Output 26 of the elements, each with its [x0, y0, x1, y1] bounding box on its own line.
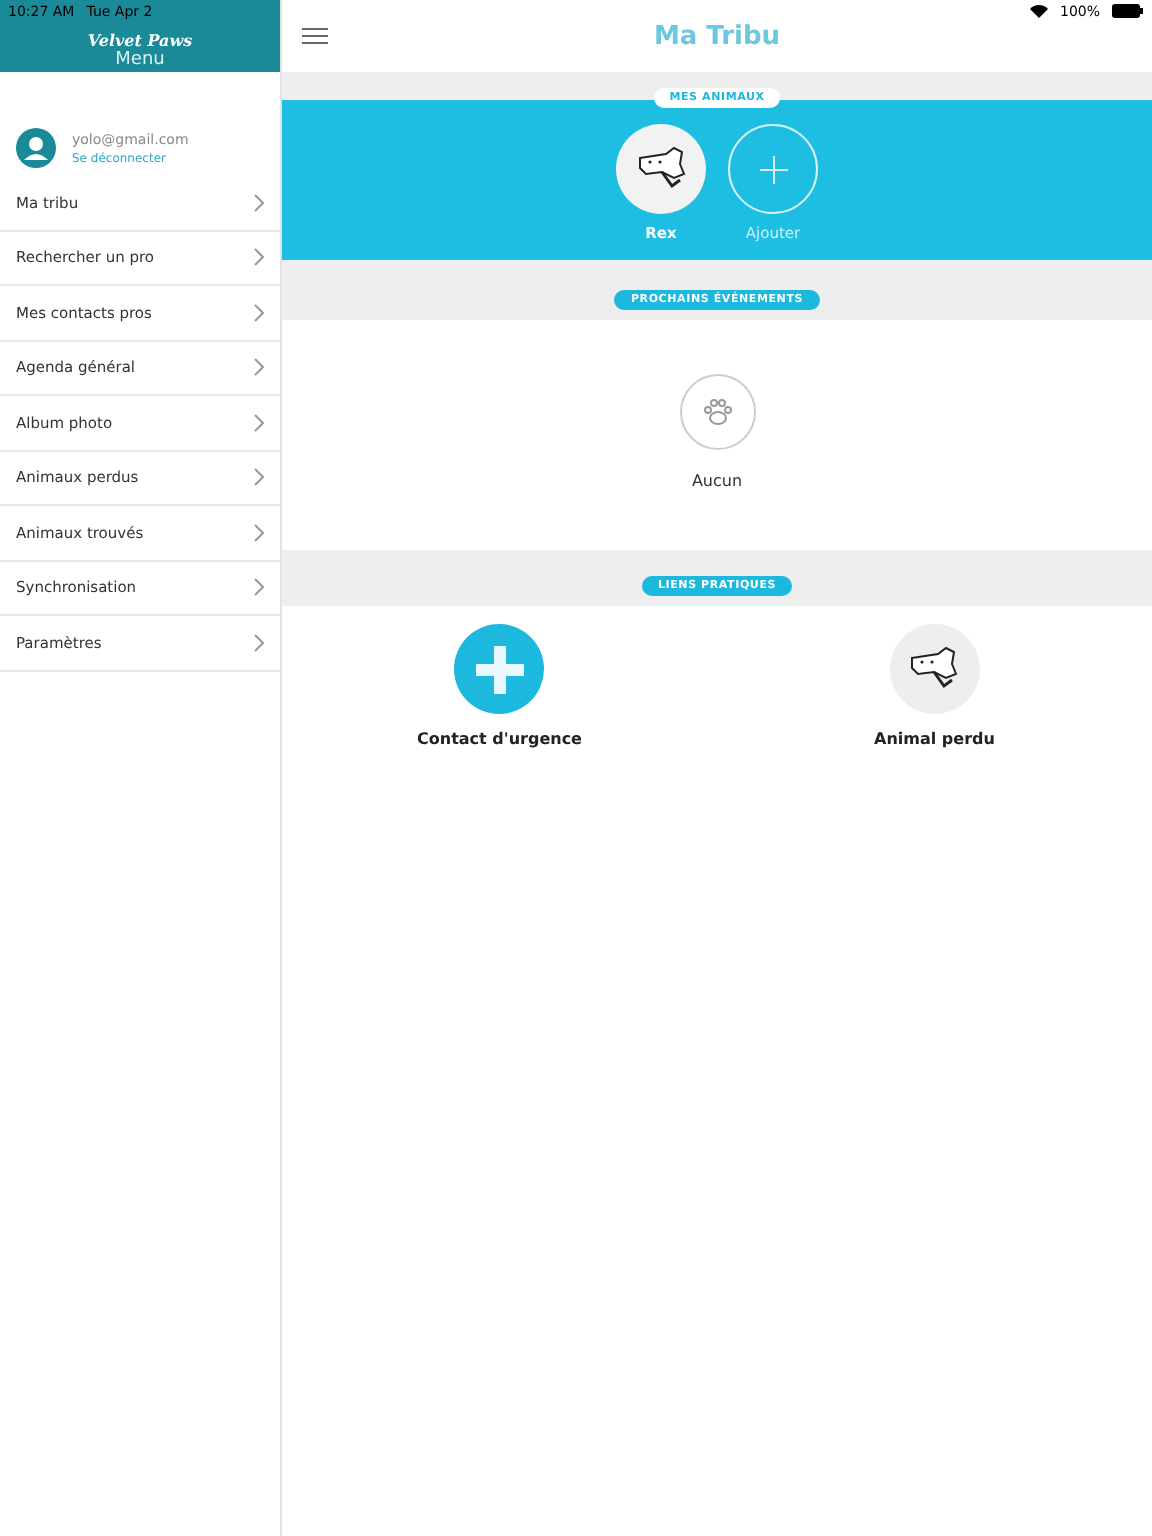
chevron-icon [254, 193, 264, 212]
chevron-icon [254, 633, 264, 652]
plus-icon [759, 155, 787, 183]
avatar-icon [16, 128, 56, 168]
chevron-icon [254, 358, 264, 377]
dog-icon [633, 145, 689, 193]
link-label[interactable]: Animal perdu [874, 730, 995, 748]
chevron-icon [254, 248, 264, 267]
cross-icon [473, 643, 526, 695]
wifi-icon [1029, 4, 1048, 18]
battery-icon [1112, 4, 1144, 18]
pet-avatar[interactable] [616, 124, 706, 214]
chevron-icon [254, 578, 264, 597]
paw-icon [701, 398, 733, 426]
chevron-icon [254, 468, 264, 487]
link-label[interactable]: Contact d'urgence [417, 730, 582, 748]
menu-title: Menu [115, 50, 165, 70]
dog-icon [906, 645, 963, 693]
page-title: Ma Tribu [653, 21, 781, 51]
chevron-icon [254, 303, 264, 322]
menu-icon[interactable] [302, 28, 328, 44]
chevron-icon [254, 523, 264, 542]
empty-message: Aucun [691, 472, 743, 490]
lost-pet-button[interactable] [889, 624, 980, 714]
chevron-icon [254, 413, 264, 432]
logo: Velvet Paws [87, 30, 193, 50]
